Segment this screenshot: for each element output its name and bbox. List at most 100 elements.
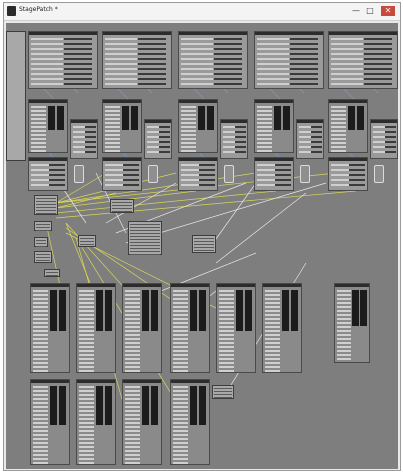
send-module-4[interactable] [296, 119, 324, 159]
channel-rack-3[interactable] [178, 99, 218, 153]
rack-row [331, 134, 347, 136]
rack-row [79, 458, 95, 460]
rack-row [337, 326, 351, 328]
fader-strip[interactable] [50, 290, 58, 331]
fader-strip[interactable] [207, 106, 215, 131]
patcher-canvas[interactable] [6, 23, 398, 469]
fader-strip[interactable] [283, 106, 291, 131]
title-bar[interactable]: StagePatch * — □ ✕ [4, 3, 400, 21]
fader-strip[interactable] [190, 386, 198, 425]
patch-row [181, 83, 213, 85]
fader-strip[interactable] [59, 290, 67, 331]
rack-row [33, 398, 49, 400]
aux-rack-2[interactable] [76, 379, 116, 465]
router-node-3[interactable] [34, 237, 48, 247]
fader-strip[interactable] [198, 106, 206, 131]
left-controls[interactable] [6, 31, 26, 161]
rack-row [105, 130, 121, 132]
patch-row [147, 151, 160, 153]
patch-label [385, 131, 397, 133]
channel-rack-1[interactable] [28, 99, 68, 153]
router-node-1[interactable] [34, 195, 58, 215]
router-node-4[interactable] [34, 251, 52, 263]
fader-strip[interactable] [57, 106, 65, 131]
router-node-9[interactable] [192, 235, 216, 253]
fader-strip[interactable] [352, 290, 359, 326]
fader-strip[interactable] [282, 290, 290, 331]
rack-row [79, 346, 95, 348]
patch-row [257, 83, 289, 85]
level-meter-4 [300, 165, 310, 183]
router-node-8[interactable] [128, 221, 162, 255]
fader-strip[interactable] [190, 290, 198, 331]
close-button[interactable]: ✕ [381, 6, 395, 16]
fader-strip[interactable] [96, 386, 104, 425]
rack-row [33, 402, 49, 404]
fader-strip[interactable] [236, 290, 244, 331]
router-node-2[interactable] [34, 221, 52, 231]
bus-rack-3[interactable] [122, 283, 162, 373]
fader-strip[interactable] [131, 106, 139, 131]
output-module-5[interactable] [328, 157, 368, 191]
fader-strip[interactable] [151, 290, 159, 331]
fader-strip[interactable] [199, 386, 207, 425]
bus-rack-6[interactable] [262, 283, 302, 373]
output-module-4[interactable] [254, 157, 294, 191]
bus-rack-2[interactable] [76, 283, 116, 373]
router-node-6[interactable] [78, 235, 96, 247]
fader-strip[interactable] [151, 386, 159, 425]
rack-row [33, 454, 49, 456]
fader-strip[interactable] [96, 290, 104, 331]
input-module-1[interactable] [28, 31, 98, 89]
fader-strip[interactable] [59, 386, 67, 425]
channel-rack-2[interactable] [102, 99, 142, 153]
router-node-5[interactable] [44, 269, 60, 277]
rack-row [33, 442, 49, 444]
fader-strip[interactable] [348, 106, 356, 131]
input-module-5[interactable] [328, 31, 398, 89]
send-module-5[interactable] [370, 119, 398, 159]
bus-rack-1[interactable] [30, 283, 70, 373]
minimize-button[interactable]: — [351, 6, 361, 16]
patch-label [138, 58, 166, 60]
bus-rack-5[interactable] [216, 283, 256, 373]
bus-rack-4[interactable] [170, 283, 210, 373]
fader-strip[interactable] [122, 106, 130, 131]
output-module-2[interactable] [102, 157, 142, 191]
router-node-10[interactable] [212, 385, 234, 399]
fader-strip[interactable] [105, 290, 113, 331]
fader-strip[interactable] [142, 386, 150, 425]
aux-rack-4[interactable] [170, 379, 210, 465]
patch-label [290, 58, 318, 60]
patch-row [373, 151, 386, 153]
master-rack[interactable] [334, 283, 370, 363]
fader-strip[interactable] [360, 290, 367, 326]
fader-strip[interactable] [245, 290, 253, 331]
channel-rack-4[interactable] [254, 99, 294, 153]
fader-strip[interactable] [357, 106, 365, 131]
send-module-1[interactable] [70, 119, 98, 159]
input-module-2[interactable] [102, 31, 172, 89]
rack-row [219, 342, 235, 344]
maximize-button[interactable]: □ [365, 6, 375, 16]
router-node-7[interactable] [110, 199, 134, 213]
send-module-3[interactable] [220, 119, 248, 159]
aux-rack-1[interactable] [30, 379, 70, 465]
patch-row [257, 38, 289, 40]
output-module-3[interactable] [178, 157, 218, 191]
channel-rack-5[interactable] [328, 99, 368, 153]
input-module-4[interactable] [254, 31, 324, 89]
fader-strip[interactable] [199, 290, 207, 331]
fader-strip[interactable] [105, 386, 113, 425]
aux-rack-3[interactable] [122, 379, 162, 465]
rack-row [331, 114, 347, 116]
fader-strip[interactable] [50, 386, 58, 425]
input-module-3[interactable] [178, 31, 248, 89]
send-module-2[interactable] [144, 119, 172, 159]
fader-strip[interactable] [48, 106, 56, 131]
rack-row [181, 114, 197, 116]
fader-strip[interactable] [291, 290, 299, 331]
fader-strip[interactable] [274, 106, 282, 131]
output-module-1[interactable] [28, 157, 68, 191]
fader-strip[interactable] [142, 290, 150, 331]
